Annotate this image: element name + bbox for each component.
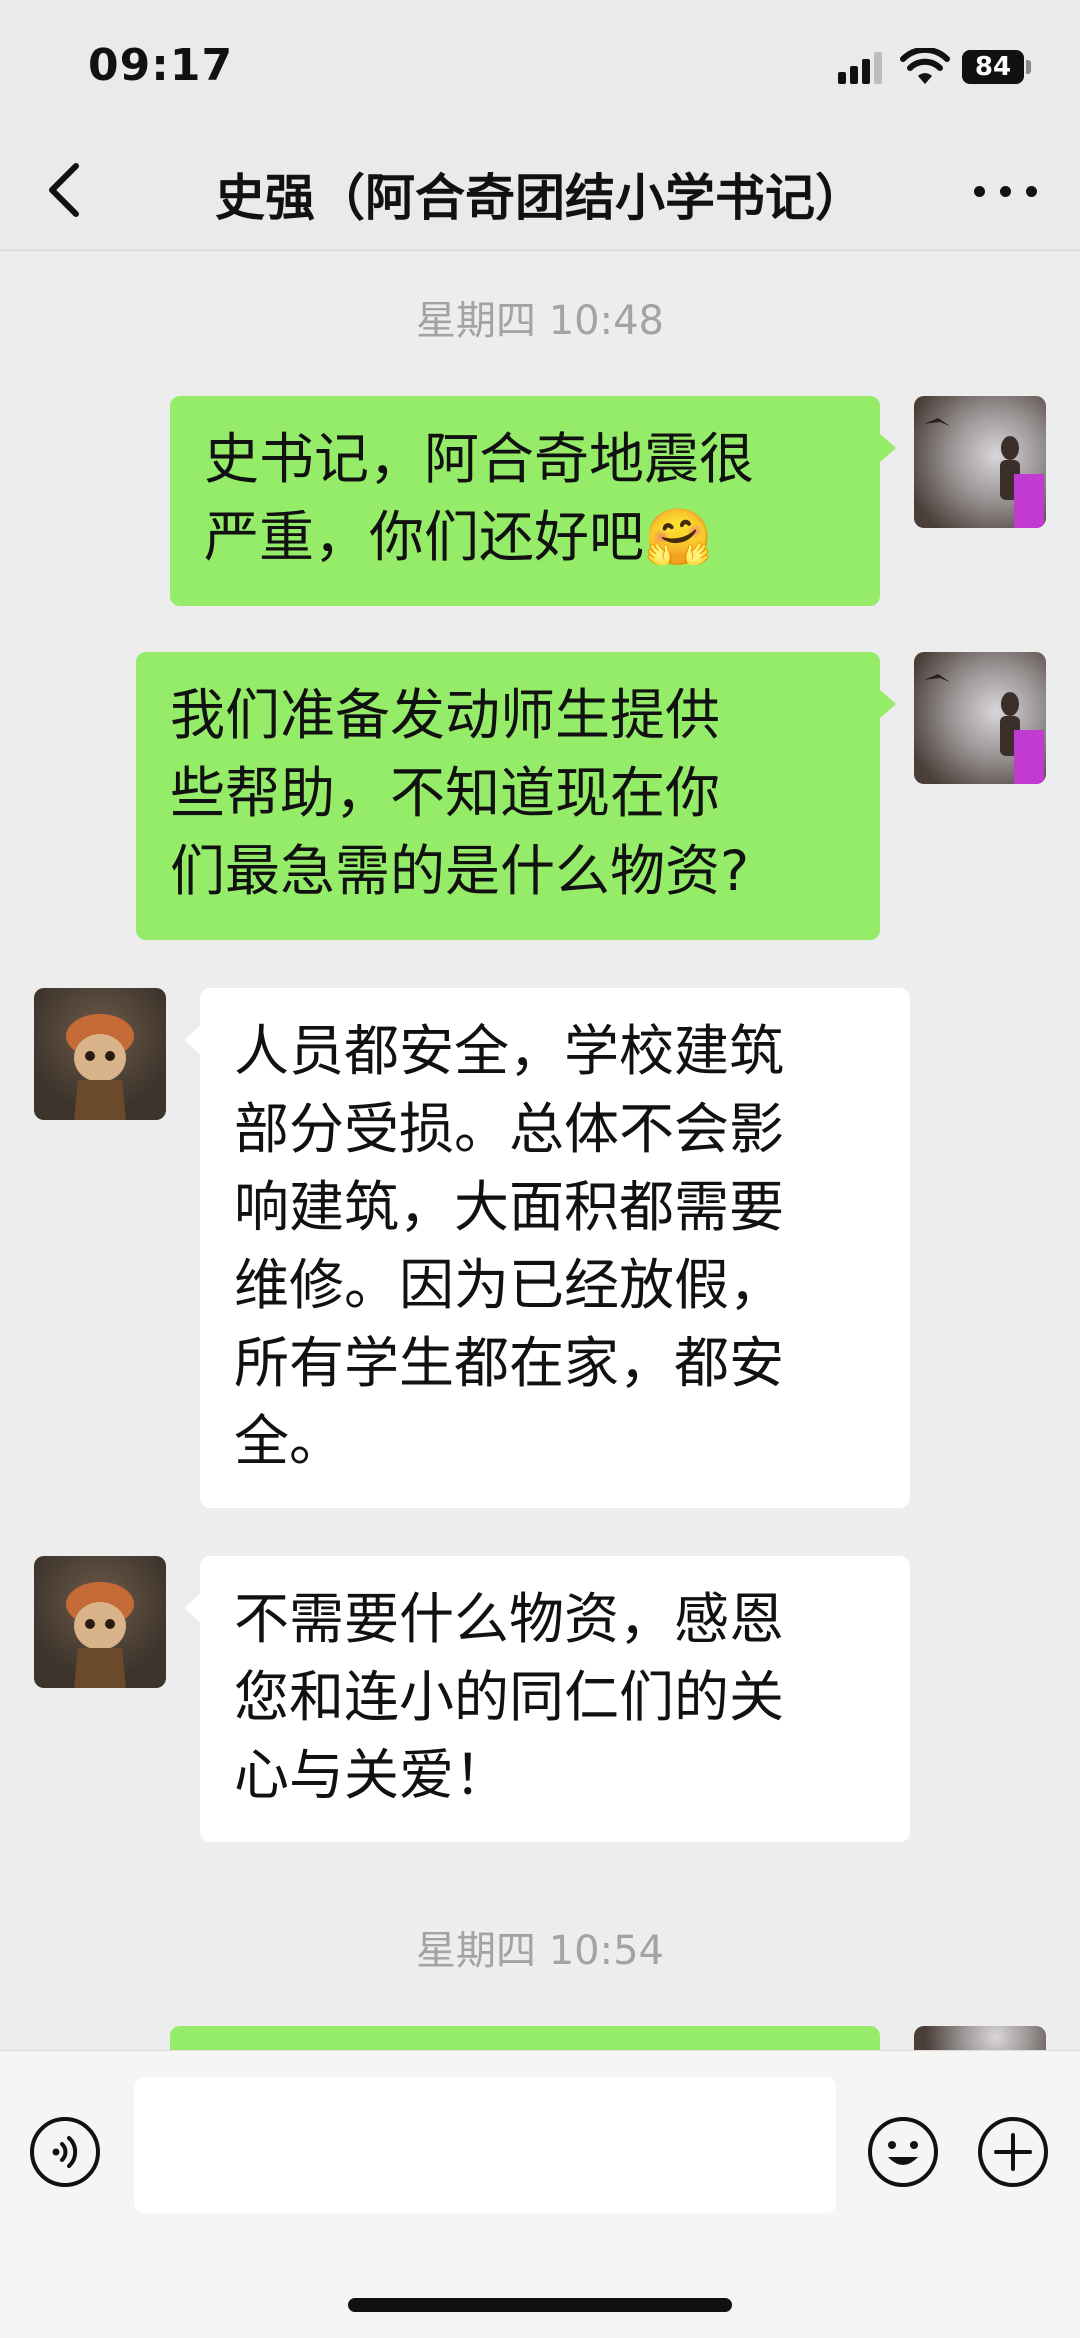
- contact-avatar[interactable]: [34, 1556, 166, 1688]
- message-line: 些帮助，不知道现在你: [170, 761, 721, 825]
- voice-icon[interactable]: [28, 2115, 102, 2189]
- contact-avatar[interactable]: [34, 988, 166, 1120]
- message-line: 我们准备发动师生提供: [170, 683, 721, 747]
- message-timestamp: 星期四 10:54: [416, 1928, 664, 1974]
- wifi-icon: [900, 48, 950, 84]
- message-line: 您和连小的同仁们的关: [234, 1665, 785, 1729]
- home-indicator[interactable]: [348, 2298, 732, 2312]
- message-line: 心与关爱！: [234, 1743, 510, 1807]
- message-timestamp: 星期四 10:48: [416, 298, 664, 344]
- message-line: 不需要什么物资，感恩: [234, 1587, 785, 1651]
- chevron-left-icon[interactable]: [36, 158, 100, 222]
- message-line: 史书记，阿合奇地震很: [204, 427, 755, 491]
- sent-message-bubble[interactable]: 史书记，阿合奇地震很 严重，你们还好吧🤗: [170, 396, 896, 606]
- plus-icon[interactable]: [976, 2115, 1050, 2189]
- silhouette-avatar-image: [924, 674, 1044, 784]
- message-line: 全。: [234, 1409, 345, 1473]
- my-avatar-partial[interactable]: [914, 2026, 1046, 2050]
- message-line: 人员都安全，学校建筑: [234, 1019, 785, 1083]
- chat-title[interactable]: 史强（阿合奇团结小学书记）: [130, 158, 950, 230]
- cat-avatar-image: [66, 1582, 134, 1688]
- my-avatar[interactable]: [914, 396, 1046, 528]
- cellular-signal-icon: [838, 52, 884, 84]
- emoji-icon[interactable]: [866, 2115, 940, 2189]
- message-line: 所有学生都在家，都安: [234, 1331, 785, 1395]
- received-message-bubble[interactable]: 人员都安全，学校建筑 部分受损。总体不会影 响建筑，大面积都需要 维修。因为已经…: [184, 988, 910, 1508]
- message-line: 维修。因为已经放假，: [234, 1253, 785, 1317]
- input-bar: [0, 2050, 1080, 2338]
- more-dots-icon[interactable]: [970, 162, 1040, 218]
- status-bar: 09:17 84: [0, 0, 1080, 130]
- chat-header: 史强（阿合奇团结小学书记）: [0, 130, 1080, 251]
- silhouette-avatar-image: [924, 418, 1044, 528]
- sent-message-bubble[interactable]: 我们准备发动师生提供 些帮助，不知道现在你 们最急需的是什么物资?: [136, 652, 896, 940]
- sent-message-bubble-partial[interactable]: [170, 2026, 896, 2092]
- message-line: 严重，你们还好吧🤗: [204, 505, 713, 569]
- my-avatar[interactable]: [914, 652, 1046, 784]
- status-time: 09:17: [88, 40, 234, 91]
- message-line: 部分受损。总体不会影: [234, 1097, 785, 1161]
- message-input[interactable]: [134, 2077, 836, 2213]
- message-line: 们最急需的是什么物资?: [170, 839, 750, 903]
- received-message-bubble[interactable]: 不需要什么物资，感恩 您和连小的同仁们的关 心与关爱！: [184, 1556, 910, 1842]
- message-line: 响建筑，大面积都需要: [234, 1175, 785, 1239]
- battery-tip: [1026, 60, 1031, 74]
- battery-indicator: 84: [962, 50, 1024, 84]
- cat-avatar-image: [66, 1014, 134, 1120]
